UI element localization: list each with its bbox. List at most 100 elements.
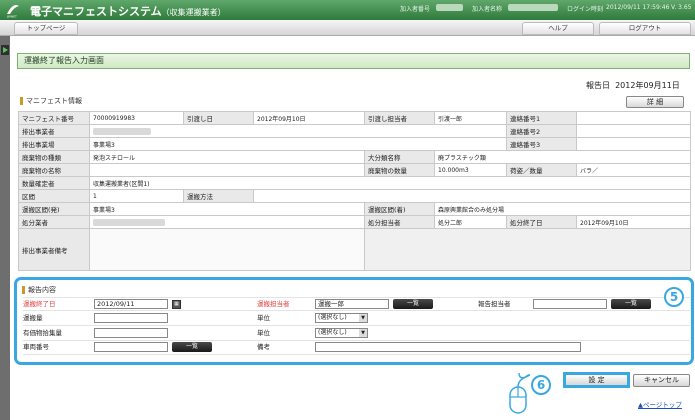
waste-type: 発泡スチロール	[89, 150, 365, 164]
unit-select[interactable]: (選択なし)	[315, 313, 368, 323]
app-title-text: 電子マニフェストシステム	[30, 5, 162, 18]
report-section: 報告内容 運搬終了日 2012/09/11 ▦ 運搬担当者 運搬一郎 一覧 報告…	[14, 277, 694, 365]
end-date-input[interactable]: 2012/09/11	[94, 299, 168, 309]
vehicle-label: 車両番号	[23, 343, 49, 351]
table-row: 数量確定者 収集運搬業者(区間1)	[18, 176, 691, 190]
menu-bar: トップページ ヘルプ ログアウト	[0, 20, 695, 36]
transport-from: 事業場3	[89, 202, 365, 216]
divider	[23, 340, 690, 341]
packing: バラ／	[576, 163, 691, 177]
disposer-person: 処分二郎	[434, 215, 507, 229]
handover-date: 2012年09月10日	[253, 111, 365, 125]
divider	[23, 354, 690, 355]
waste-name-label: 廃棄物の名称	[18, 163, 90, 177]
transport-method-label: 運搬方法	[183, 189, 254, 203]
report-form: 報告内容 運搬終了日 2012/09/11 ▦ 運搬担当者 運搬一郎 一覧 報告…	[20, 284, 690, 361]
calendar-icon[interactable]: ▦	[172, 300, 181, 309]
reporter-list-button[interactable]: 一覧	[611, 299, 651, 309]
person-label: 運搬担当者	[257, 300, 290, 308]
page-title: 運搬終了報告入力画面	[17, 53, 690, 69]
manifest-section-title: マニフェスト情報	[18, 95, 138, 107]
quantity-label: 運搬量	[23, 314, 43, 322]
contact3-label: 連絡番号3	[506, 137, 577, 151]
divider	[23, 310, 690, 311]
app-title: 電子マニフェストシステム（収集運搬業者）	[30, 3, 226, 19]
unit-label: 単位	[257, 314, 270, 322]
waste-name-value	[89, 163, 365, 177]
transport-to: 森原興業館合のみ処分場	[434, 202, 691, 216]
handover-person-label: 引渡し担当者	[364, 111, 435, 125]
major-class: 廃プラスチック類	[434, 150, 691, 164]
packing-label: 荷姿／数量	[506, 163, 577, 177]
quantity-input[interactable]	[94, 313, 168, 323]
subscriber-no-label: 加入者番号	[400, 6, 431, 13]
mouse-icon	[509, 373, 530, 414]
divider	[23, 325, 690, 326]
qty-confirmer-label: 数量確定者	[18, 176, 90, 190]
top-page-button[interactable]: トップページ	[14, 22, 78, 35]
help-button[interactable]: ヘルプ	[522, 22, 594, 35]
emitter-note-left	[89, 228, 365, 271]
app-logo-icon: JWNET	[6, 5, 19, 18]
valuables-input[interactable]	[94, 328, 168, 338]
report-date: 報告日 2012年09月11日	[586, 80, 680, 91]
sidebar-toggle-icon[interactable]	[1, 45, 9, 55]
end-date-label: 運搬終了日	[23, 300, 56, 308]
waste-qty-label: 廃棄物の数量	[364, 163, 435, 177]
emitter-label: 排出事業者	[18, 124, 90, 138]
unit2-label: 単位	[257, 329, 270, 337]
user-info: 加入者番号 0000000 加入者名称 0000000000000 ログイン時刻…	[400, 4, 695, 16]
subscriber-name-redacted: 0000000000000	[508, 4, 558, 11]
remarks-input[interactable]	[315, 342, 581, 352]
emitter-site: 事業場3	[89, 137, 507, 151]
disposal-end: 2012年09月10日	[576, 215, 691, 229]
remarks-label: 備考	[257, 343, 270, 351]
qty-confirmer: 収集運搬業者(区間1)	[89, 176, 691, 190]
step6-badge: 6	[531, 375, 551, 395]
version: V. 3.65	[671, 4, 692, 11]
section-label: 区間	[18, 189, 90, 203]
waste-type-label: 廃棄物の種類	[18, 150, 90, 164]
section-value: 1	[89, 189, 184, 203]
contact2-label: 連絡番号2	[506, 124, 577, 138]
person-input[interactable]: 運搬一郎	[315, 299, 389, 309]
unit2-select[interactable]: (選択なし)	[315, 328, 368, 338]
contact1-label: 連絡番号1	[506, 111, 577, 125]
page-top-link[interactable]: ▲ページトップ	[638, 399, 682, 409]
set-button[interactable]: 設 定	[563, 372, 630, 388]
disposer-person-label: 処分担当者	[364, 215, 435, 229]
vehicle-list-button[interactable]: 一覧	[172, 342, 212, 352]
table-row: 廃棄物の種類 発泡スチロール 大分類名称 廃プラスチック類	[18, 150, 691, 164]
handover-person: 引渡一郎	[434, 111, 507, 125]
step5-badge: 5	[664, 287, 684, 307]
table-row: 廃棄物の名称 廃棄物の数量 10.000m3 荷姿／数量 バラ／	[18, 163, 691, 177]
login-time: 2012/09/11 17:59:46	[606, 4, 670, 11]
table-row: 運搬区間(発) 事業場3 運搬区間(着) 森原興業館合のみ処分場	[18, 202, 691, 216]
manifest-no-label: マニフェスト番号	[18, 111, 90, 125]
reporter-input[interactable]	[533, 299, 607, 309]
major-class-label: 大分類名称	[364, 150, 435, 164]
app-subtitle: （収集運搬業者）	[161, 8, 226, 17]
emitter-note-right	[364, 228, 691, 271]
emitter-note-label: 排出事業者備考	[18, 228, 90, 271]
contact2-value	[576, 124, 691, 138]
vehicle-input[interactable]	[94, 342, 168, 352]
table-row: 排出事業場 事業場3 連絡番号3	[18, 137, 691, 151]
manifest-no: 70000919983	[89, 111, 184, 125]
detail-button[interactable]: 詳 細	[626, 96, 684, 108]
table-row: 排出事業者 x 連絡番号2	[18, 124, 691, 138]
cancel-button[interactable]: キャンセル	[633, 374, 690, 387]
logout-button[interactable]: ログアウト	[599, 22, 691, 35]
table-row: 区間 1 運搬方法	[18, 189, 691, 203]
table-row: マニフェスト番号 70000919983 引渡し日 2012年09月10日 引渡…	[18, 111, 691, 125]
sidebar	[0, 36, 10, 420]
person-list-button[interactable]: 一覧	[393, 299, 433, 309]
disposer-redacted: x	[93, 218, 165, 226]
report-date-value: 2012年09月11日	[615, 81, 680, 90]
app-header: JWNET 電子マニフェストシステム（収集運搬業者） 加入者番号 0000000…	[0, 0, 695, 20]
disposer-value: x	[89, 215, 365, 229]
disposal-end-label: 処分終了日	[506, 215, 577, 229]
contact3-value	[576, 137, 691, 151]
manifest-table: マニフェスト番号 70000919983 引渡し日 2012年09月10日 引渡…	[18, 111, 691, 271]
reporter-label: 報告担当者	[478, 300, 511, 308]
